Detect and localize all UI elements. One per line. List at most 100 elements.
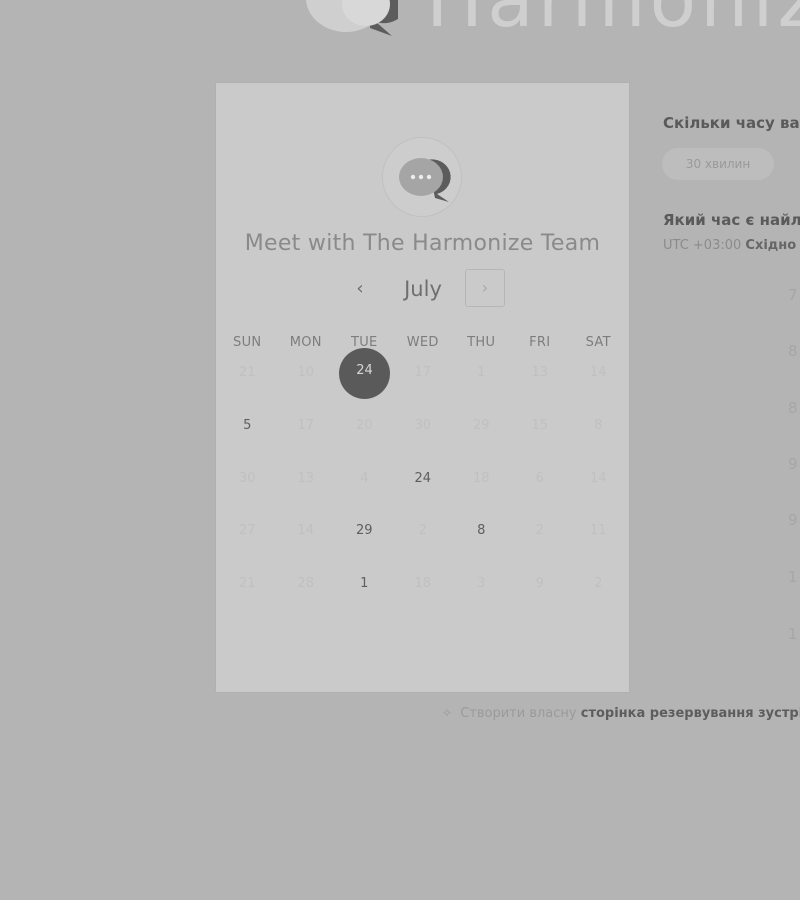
duration-option-30[interactable]: 30 хвилин (662, 148, 774, 180)
day-number: 24 (414, 470, 432, 486)
calendar-day: 17 (394, 347, 453, 400)
time-heading: Який час є найлі (663, 211, 800, 229)
day-number: 2 (594, 576, 603, 592)
timezone-offset: UTC +03:00 (663, 238, 742, 253)
time-slot[interactable]: 1 (788, 568, 800, 586)
team-avatar (383, 138, 461, 216)
calendar-day: 1 (452, 347, 511, 400)
day-number: 1 (477, 365, 486, 380)
time-slot[interactable]: 8 (788, 399, 800, 417)
duration-heading: Скільки часу вам (663, 114, 800, 132)
calendar-week: 21 10 24 17 1 13 14 (218, 347, 628, 400)
day-number: 2 (418, 523, 427, 539)
calendar-day: 20 (335, 400, 394, 453)
calendar-day: 11 (569, 505, 628, 558)
calendar-day: 13 (511, 347, 570, 400)
day-number: 28 (297, 576, 315, 592)
day-number: 5 (243, 417, 252, 433)
calendar-day[interactable]: 8 (452, 505, 511, 558)
timezone-name: Східно (745, 238, 797, 253)
day-number: 24 (339, 348, 390, 399)
day-number: 29 (355, 523, 373, 539)
calendar-day: 30 (218, 453, 277, 506)
calendar-day: 2 (569, 558, 628, 611)
day-number: 2 (535, 523, 544, 539)
day-number: 14 (589, 365, 607, 380)
calendar-day[interactable]: 1 (335, 558, 394, 611)
day-number: 9 (535, 576, 544, 592)
time-slot[interactable]: 7 (788, 286, 800, 304)
day-number: 8 (477, 523, 486, 539)
calendar-day: 4 (335, 453, 394, 506)
calendar-day[interactable]: 29 (335, 505, 394, 558)
calendar-day: 13 (277, 453, 336, 506)
calendar-day[interactable]: 24 (394, 453, 453, 506)
calendar-day: 18 (394, 558, 453, 611)
time-slot[interactable]: 9 (788, 511, 800, 529)
page-title: Meet with The Harmonize Team (244, 231, 601, 256)
day-number: 17 (297, 417, 315, 433)
day-number: 13 (297, 470, 315, 486)
calendar-day: 2 (394, 505, 453, 558)
day-number: 21 (238, 576, 256, 592)
chat-bubbles-icon (306, 0, 398, 36)
calendar-week: 5 17 20 30 29 15 8 (218, 400, 628, 453)
footer-link[interactable]: сторінка резервування зустріч (581, 706, 800, 721)
calendar-day: 10 (277, 347, 336, 400)
calendar-day: 17 (277, 400, 336, 453)
day-number: 10 (297, 365, 315, 380)
calendar-day: 14 (277, 505, 336, 558)
day-number: 6 (535, 470, 544, 486)
sparkle-icon: ✧ (442, 706, 453, 720)
day-number: 11 (589, 523, 607, 539)
calendar-day: 2 (511, 505, 570, 558)
calendar-day: 30 (394, 400, 453, 453)
day-number: 15 (531, 417, 549, 433)
calendar-grid: 21 10 24 17 1 13 14 5 17 20 30 29 15 8 30 13 4 24 18 6 14 27 1… (218, 347, 628, 611)
calendar-day: 9 (511, 558, 570, 611)
booking-page: Harmonize Meet with The Harmonize Team ‹… (0, 0, 800, 900)
day-number: 18 (414, 576, 432, 592)
calendar-day: 18 (452, 453, 511, 506)
chevron-left-icon[interactable]: ‹ (350, 275, 370, 303)
time-slot[interactable]: 1 (788, 625, 800, 643)
day-number: 21 (238, 365, 256, 380)
calendar-day: 29 (452, 400, 511, 453)
calendar-day: 8 (569, 400, 628, 453)
day-number: 1 (360, 576, 369, 592)
day-number: 20 (355, 417, 373, 433)
calendar-day: 21 (218, 558, 277, 611)
brand-header: Harmonize (302, 0, 800, 42)
calendar-day[interactable]: 5 (218, 400, 277, 453)
footer-create-link[interactable]: ✧ Створити власну сторінка резервування … (442, 706, 800, 721)
calendar-card: Meet with The Harmonize Team ‹ July › SU… (216, 83, 629, 692)
brand-name: Harmonize (426, 0, 800, 38)
day-number: 14 (297, 523, 315, 539)
chevron-right-icon[interactable]: › (465, 269, 505, 307)
timezone-selector[interactable]: UTC +03:00 Східно (663, 238, 796, 253)
calendar-day: 14 (569, 453, 628, 506)
calendar-day: 15 (511, 400, 570, 453)
day-number: 18 (472, 470, 490, 486)
calendar-week: 21 28 1 18 3 9 2 (218, 558, 628, 611)
calendar-week: 27 14 29 2 8 2 11 (218, 505, 628, 558)
calendar-day: 21 (218, 347, 277, 400)
day-number: 17 (414, 365, 432, 380)
month-label: July (404, 277, 442, 301)
time-slot[interactable]: 9 (788, 455, 800, 473)
calendar-day: 14 (569, 347, 628, 400)
day-number: 4 (360, 470, 369, 486)
time-slot[interactable]: 8 (788, 342, 800, 360)
calendar-day: 27 (218, 505, 277, 558)
day-number: 13 (531, 365, 549, 380)
month-navigation: ‹ July › (216, 269, 629, 309)
chat-bubbles-icon (399, 158, 451, 202)
day-number: 29 (472, 417, 490, 433)
day-number: 30 (414, 417, 432, 433)
day-number: 14 (589, 470, 607, 486)
calendar-day-selected[interactable]: 24 (335, 347, 394, 400)
day-number: 27 (238, 523, 256, 539)
calendar-day: 3 (452, 558, 511, 611)
day-number: 30 (238, 470, 256, 486)
calendar-day: 28 (277, 558, 336, 611)
